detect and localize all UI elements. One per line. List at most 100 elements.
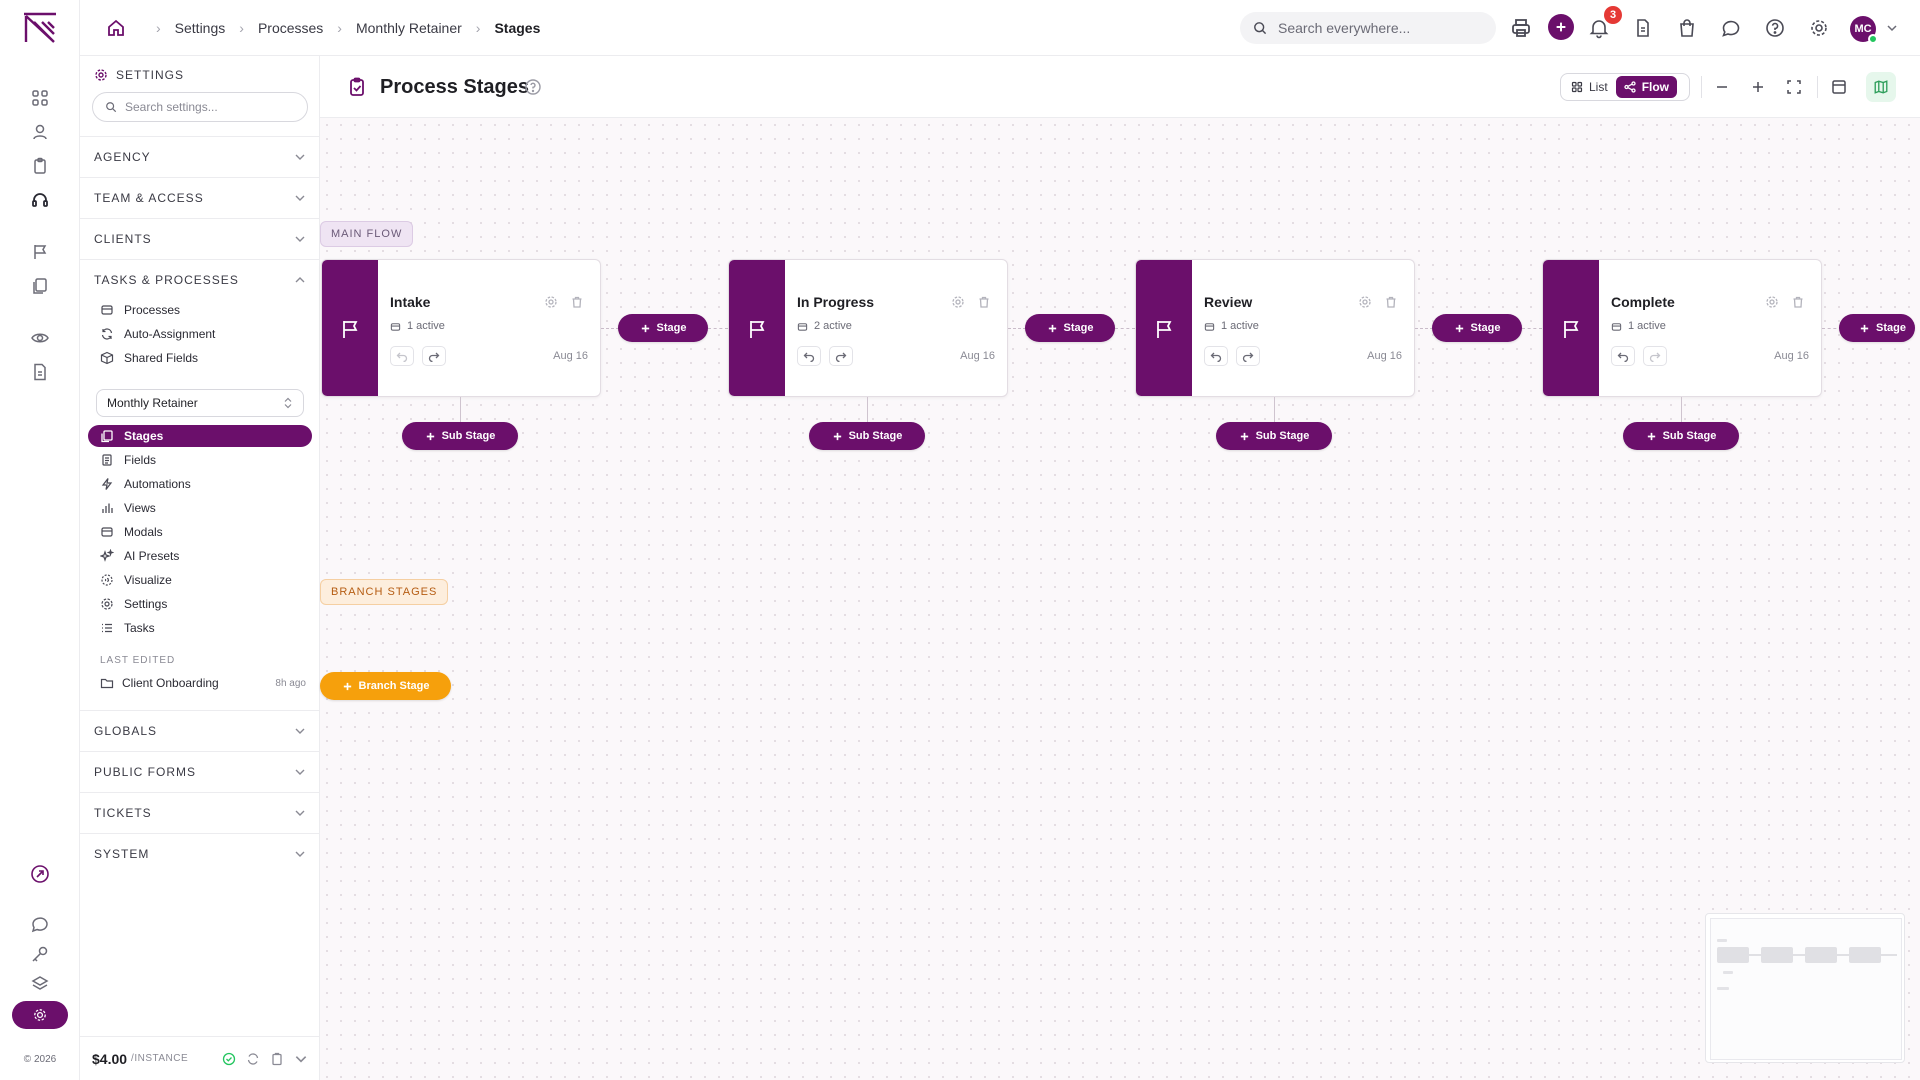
section-clients[interactable]: CLIENTS — [80, 218, 320, 258]
eye-icon[interactable] — [30, 328, 50, 348]
fit-view-icon[interactable] — [1785, 78, 1803, 96]
document-icon[interactable] — [1632, 17, 1654, 39]
document-icon[interactable] — [30, 362, 50, 382]
add-sub-stage-button[interactable]: Sub Stage — [1623, 422, 1739, 450]
sidebar-item-tasks[interactable]: Tasks — [100, 618, 155, 638]
add-stage-button[interactable]: Stage — [1025, 314, 1115, 342]
stage-date: Aug 16 — [553, 350, 588, 362]
redo-button[interactable] — [422, 346, 446, 366]
gear-icon[interactable] — [1808, 17, 1830, 39]
section-team-access[interactable]: TEAM & ACCESS — [80, 177, 320, 217]
stage-card-complete[interactable]: Complete 1 active Aug 16 — [1542, 259, 1822, 397]
add-sub-stage-button[interactable]: Sub Stage — [1216, 422, 1332, 450]
redo-button[interactable] — [1236, 346, 1260, 366]
add-stage-button[interactable]: Stage — [1432, 314, 1522, 342]
trash-icon[interactable] — [1791, 295, 1805, 309]
sidebar-item-auto-assignment[interactable]: Auto-Assignment — [100, 324, 215, 344]
stage-date: Aug 16 — [1367, 350, 1402, 362]
chat-icon[interactable] — [30, 914, 50, 934]
global-search-input[interactable] — [1278, 20, 1478, 36]
zoom-out-icon[interactable] — [1713, 78, 1731, 96]
app-logo[interactable] — [22, 12, 58, 44]
chat-icon[interactable] — [1720, 17, 1742, 39]
trash-icon[interactable] — [977, 295, 991, 309]
add-branch-stage-button[interactable]: Branch Stage — [320, 672, 451, 700]
flow-canvas[interactable]: MAIN FLOW Intake 1 active Aug 16 Sub Sta… — [320, 118, 1920, 1080]
stage-card-in-progress[interactable]: In Progress 2 active Aug 16 — [728, 259, 1008, 397]
trash-icon[interactable] — [1384, 295, 1398, 309]
rail-settings-button[interactable] — [12, 1001, 68, 1029]
gear-icon[interactable] — [1765, 295, 1779, 309]
gear-icon[interactable] — [951, 295, 965, 309]
add-stage-button[interactable]: Stage — [1839, 314, 1915, 342]
view-list-button[interactable]: List — [1563, 76, 1616, 98]
settings-search-input[interactable] — [125, 100, 295, 114]
user-icon[interactable] — [30, 122, 50, 142]
refresh-icon[interactable] — [246, 1052, 260, 1066]
sidebar-item-settings[interactable]: Settings — [100, 594, 167, 614]
view-flow-button[interactable]: Flow — [1615, 76, 1678, 98]
user-avatar[interactable]: MC — [1850, 16, 1878, 44]
sidebar-item-fields[interactable]: Fields — [100, 450, 156, 470]
sidebar-item-visualize[interactable]: Visualize — [100, 570, 172, 590]
sidebar-item-stages[interactable]: Stages — [88, 425, 312, 447]
sidebar-item-processes[interactable]: Processes — [100, 300, 180, 320]
section-tickets[interactable]: TICKETS — [80, 792, 320, 832]
redo-button[interactable] — [829, 346, 853, 366]
undo-button[interactable] — [1611, 346, 1635, 366]
undo-button[interactable] — [1204, 346, 1228, 366]
clipboard-icon[interactable] — [30, 156, 50, 176]
undo-button[interactable] — [797, 346, 821, 366]
add-stage-button[interactable]: Stage — [618, 314, 708, 342]
sidebar-item-shared-fields[interactable]: Shared Fields — [100, 348, 198, 368]
section-system[interactable]: SYSTEM — [80, 833, 320, 873]
gear-icon[interactable] — [544, 295, 558, 309]
home-icon[interactable] — [106, 18, 126, 38]
chevron-down-icon[interactable] — [1886, 22, 1898, 34]
process-select[interactable]: Monthly Retainer — [96, 389, 304, 417]
settings-search[interactable] — [92, 92, 308, 122]
sidebar-item-modals[interactable]: Modals — [100, 522, 163, 542]
zoom-in-icon[interactable] — [1749, 78, 1767, 96]
rocket-icon[interactable] — [30, 864, 50, 884]
printer-icon[interactable] — [1510, 17, 1532, 39]
section-agency[interactable]: AGENCY — [80, 136, 320, 176]
breadcrumb-settings[interactable]: Settings — [175, 20, 226, 36]
section-public-forms[interactable]: PUBLIC FORMS — [80, 751, 320, 791]
stage-card-review[interactable]: Review 1 active Aug 16 — [1135, 259, 1415, 397]
check-circle-icon[interactable] — [222, 1052, 236, 1066]
add-sub-stage-button[interactable]: Sub Stage — [809, 422, 925, 450]
section-globals[interactable]: GLOBALS — [80, 710, 320, 750]
sidebar-item-views[interactable]: Views — [100, 498, 156, 518]
chevron-down-icon[interactable] — [294, 1052, 308, 1066]
global-search[interactable] — [1240, 12, 1496, 44]
clipboard-icon[interactable] — [270, 1052, 284, 1066]
gear-icon[interactable] — [1358, 295, 1372, 309]
undo-button[interactable] — [390, 346, 414, 366]
redo-button[interactable] — [1643, 346, 1667, 366]
breadcrumb-processes[interactable]: Processes — [258, 20, 323, 36]
sidebar-item-automations[interactable]: Automations — [100, 474, 191, 494]
minimap-toggle-button[interactable] — [1866, 72, 1896, 102]
last-edited-item[interactable]: Client Onboarding 8h ago — [100, 676, 306, 690]
grid-icon[interactable] — [30, 88, 50, 108]
panel-icon[interactable] — [1830, 78, 1848, 96]
section-tasks-processes[interactable]: TASKS & PROCESSES — [80, 259, 320, 299]
shopping-bag-icon[interactable] — [1676, 17, 1698, 39]
sidebar-item-ai-presets[interactable]: AI Presets — [100, 546, 179, 566]
minimap[interactable] — [1705, 913, 1905, 1063]
headset-icon[interactable] — [30, 190, 50, 210]
flag-icon[interactable] — [30, 242, 50, 262]
key-icon[interactable] — [30, 944, 50, 964]
trash-icon[interactable] — [570, 295, 584, 309]
help-icon[interactable] — [524, 78, 542, 96]
create-new-button[interactable] — [1548, 14, 1574, 40]
add-sub-stage-button[interactable]: Sub Stage — [402, 422, 518, 450]
help-icon[interactable] — [1764, 17, 1786, 39]
layers-icon[interactable] — [30, 974, 50, 994]
online-status-dot — [1868, 34, 1878, 44]
stage-card-intake[interactable]: Intake 1 active Aug 16 — [321, 259, 601, 397]
process-icon[interactable] — [30, 276, 50, 296]
breadcrumb-separator: › — [475, 20, 481, 36]
breadcrumb-process[interactable]: Monthly Retainer — [356, 20, 462, 36]
